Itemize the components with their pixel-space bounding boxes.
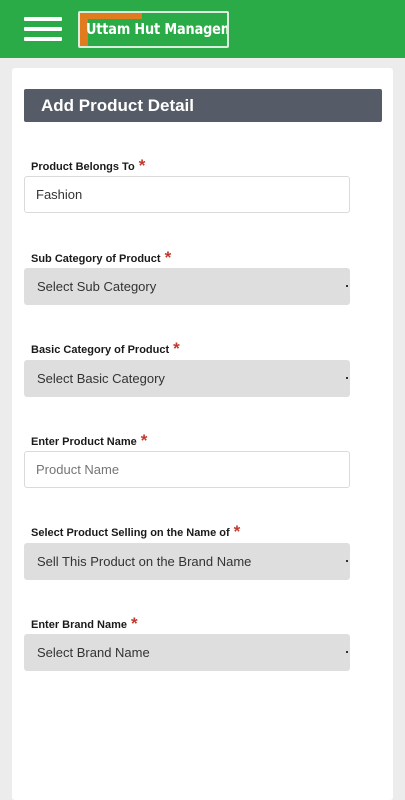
required-marker: *: [138, 156, 146, 175]
product-name-label: Enter Product Name *: [31, 431, 148, 450]
required-marker: *: [130, 614, 138, 633]
basic-category-label: Basic Category of Product *: [31, 339, 180, 358]
selling-name-label: Select Product Selling on the Name of *: [31, 522, 241, 541]
dropdown-caret-icon: [346, 560, 348, 562]
sub-category-selected-value: Select Sub Category: [37, 279, 157, 294]
selling-name-selected-value: Sell This Product on the Brand Name: [37, 554, 252, 569]
dropdown-caret-icon: [346, 285, 348, 287]
product-belongs-to-label: Product Belongs To *: [31, 156, 146, 175]
logo-text: Uttam Hut Management: [86, 20, 227, 38]
required-marker: *: [140, 431, 148, 450]
basic-category-select[interactable]: Select Basic Category: [24, 360, 350, 397]
basic-category-selected-value: Select Basic Category: [37, 371, 165, 386]
brand-name-selected-value: Select Brand Name: [37, 645, 150, 660]
selling-name-select[interactable]: Sell This Product on the Brand Name: [24, 543, 350, 580]
required-marker: *: [173, 339, 180, 358]
form-title: Add Product Detail: [24, 89, 382, 122]
logo-accent-top: [80, 13, 142, 19]
product-name-input[interactable]: [24, 451, 350, 488]
dropdown-caret-icon: [346, 651, 348, 653]
hamburger-menu-icon[interactable]: [24, 16, 62, 42]
required-marker: *: [164, 248, 172, 267]
product-belongs-to-input[interactable]: [24, 176, 350, 213]
sub-category-select[interactable]: Select Sub Category: [24, 268, 350, 305]
required-marker: *: [233, 522, 241, 541]
brand-name-label: Enter Brand Name *: [31, 614, 138, 633]
brand-name-select[interactable]: Select Brand Name: [24, 634, 350, 671]
dropdown-caret-icon: [346, 377, 348, 379]
sub-category-label: Sub Category of Product *: [31, 248, 172, 267]
brand-logo[interactable]: Uttam Hut Management: [78, 11, 229, 48]
top-app-bar: Uttam Hut Management: [0, 0, 405, 58]
